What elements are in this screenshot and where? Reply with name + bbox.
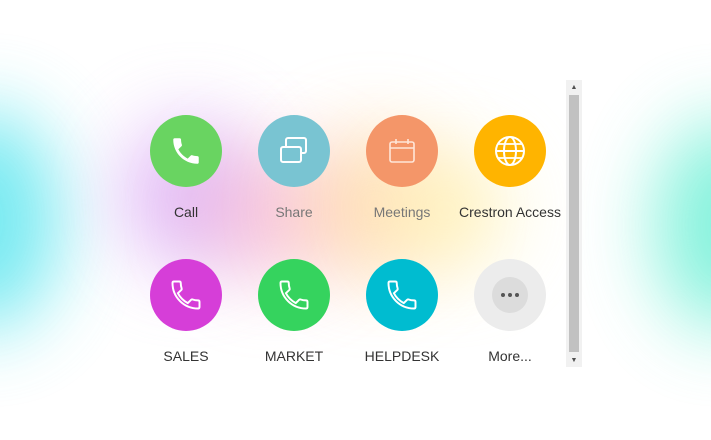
- helpdesk-call-button[interactable]: HELPDESK: [348, 259, 456, 370]
- call-circle[interactable]: [150, 115, 222, 187]
- call-label: Call: [173, 204, 199, 220]
- phone-icon: [387, 280, 417, 310]
- crestron-access-button[interactable]: Crestron Access: [456, 115, 564, 226]
- share-screens-icon: [280, 137, 307, 163]
- phone-icon: [173, 138, 199, 164]
- share-circle[interactable]: [258, 115, 330, 187]
- background-glow: [0, 110, 60, 330]
- phone-icon: [279, 280, 309, 310]
- call-button[interactable]: Call: [132, 115, 240, 226]
- market-call-button[interactable]: MARKET: [240, 259, 348, 370]
- more-icon: [501, 293, 519, 297]
- scroll-up-icon: ▲: [570, 83, 578, 91]
- meetings-label: Meetings: [373, 204, 431, 220]
- helpdesk-label: HELPDESK: [364, 348, 440, 364]
- meetings-circle[interactable]: [366, 115, 438, 187]
- crestron-access-circle[interactable]: [474, 115, 546, 187]
- scroll-up-arrow[interactable]: ▲: [566, 80, 582, 94]
- background-glow: [655, 120, 711, 330]
- globe-icon: [495, 136, 525, 166]
- market-label: MARKET: [264, 348, 324, 364]
- more-label: More...: [488, 348, 532, 364]
- sales-label: SALES: [163, 348, 209, 364]
- meetings-button[interactable]: Meetings: [348, 115, 456, 226]
- crestron-access-label: Crestron Access: [459, 204, 561, 220]
- sales-call-button[interactable]: SALES: [132, 259, 240, 370]
- home-screen: Call Share Meetings Crestron Access SALE…: [0, 0, 711, 440]
- scroll-down-arrow[interactable]: ▼: [566, 353, 582, 367]
- share-label: Share: [275, 204, 313, 220]
- scrollbar-thumb[interactable]: [569, 95, 579, 352]
- more-button[interactable]: More...: [456, 259, 564, 370]
- share-button[interactable]: Share: [240, 115, 348, 226]
- scroll-down-icon: ▼: [570, 356, 578, 364]
- vertical-scrollbar[interactable]: ▲ ▼: [566, 80, 582, 367]
- calendar-icon: [389, 139, 415, 163]
- market-circle[interactable]: [258, 259, 330, 331]
- more-circle[interactable]: [474, 259, 546, 331]
- phone-icon: [171, 280, 201, 310]
- helpdesk-circle[interactable]: [366, 259, 438, 331]
- more-inner: [492, 277, 528, 313]
- sales-circle[interactable]: [150, 259, 222, 331]
